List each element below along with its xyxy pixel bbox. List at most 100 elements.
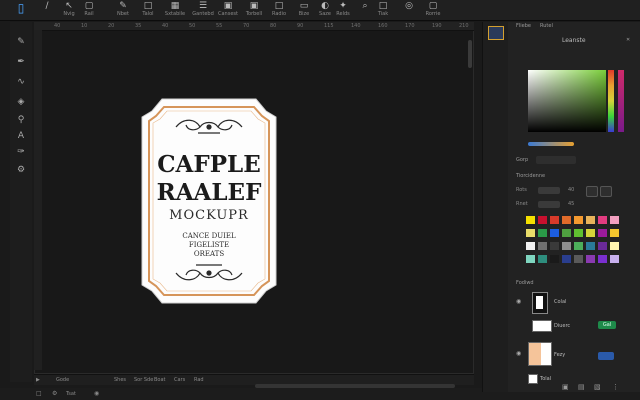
status-item[interactable]: Sor Sde xyxy=(134,376,153,384)
close-icon[interactable]: ✕ xyxy=(626,36,630,45)
layer-name-2[interactable]: Diuerc xyxy=(554,322,570,330)
color-picker-field[interactable] xyxy=(528,70,606,132)
vertical-scrollbar[interactable] xyxy=(468,40,472,68)
toolbar-tool-6[interactable]: ☰ Gantebd xyxy=(190,1,216,19)
color-swatch[interactable] xyxy=(538,229,547,237)
color-swatch[interactable] xyxy=(526,229,535,237)
status-icon[interactable]: ▶ xyxy=(36,376,40,384)
ruler-tick-label: 190 xyxy=(432,23,442,29)
color-swatch[interactable] xyxy=(574,242,583,250)
panel-add-icon[interactable]: ▣ xyxy=(562,383,569,392)
panel-thumbnail-icon[interactable] xyxy=(488,26,504,40)
tab-rutel[interactable]: Rutel xyxy=(540,22,553,31)
color-swatch[interactable] xyxy=(538,242,547,250)
brush-icon[interactable]: ✎ xyxy=(14,36,28,48)
status-item[interactable]: Rad xyxy=(194,376,204,384)
color-swatch[interactable] xyxy=(586,255,595,263)
color-swatch[interactable] xyxy=(610,255,619,263)
color-swatch[interactable] xyxy=(574,255,583,263)
color-swatch[interactable] xyxy=(562,255,571,263)
toggle-box-1[interactable] xyxy=(586,186,598,197)
stamp-icon[interactable]: ◈ xyxy=(14,96,28,108)
visibility-eye-icon[interactable]: ◉ xyxy=(516,298,521,305)
pen-icon[interactable]: ✒ xyxy=(14,56,28,68)
color-swatch[interactable] xyxy=(610,242,619,250)
layer-mode-pill-1[interactable]: Gal xyxy=(598,321,616,329)
text-icon[interactable]: A xyxy=(14,130,28,142)
bottom-record-icon[interactable]: ◉ xyxy=(94,389,99,399)
color-swatch[interactable] xyxy=(562,242,571,250)
visibility-eye-icon-2[interactable]: ◉ xyxy=(516,350,521,357)
toolbar-tool-5[interactable]: ▦ Sxtabile xyxy=(162,1,188,19)
app-logo-icon[interactable]: ▯ xyxy=(14,1,28,15)
color-swatch[interactable] xyxy=(562,216,571,224)
color-swatch[interactable] xyxy=(550,229,559,237)
color-swatch[interactable] xyxy=(574,216,583,224)
status-item[interactable]: Shes xyxy=(114,376,126,384)
color-swatch[interactable] xyxy=(586,216,595,224)
toolbar-tool-9[interactable]: □ Radio xyxy=(266,1,292,19)
status-item[interactable]: Cars xyxy=(174,376,185,384)
panel-more-icon[interactable]: ⋮ xyxy=(612,383,619,392)
layer-thumbnail-4[interactable] xyxy=(528,374,538,384)
toolbar-tool-8[interactable]: ▣ Torbell xyxy=(241,1,267,19)
toolbar-tool-14[interactable]: □ Tiak xyxy=(370,1,396,19)
color-swatch[interactable] xyxy=(586,242,595,250)
tab-fliebe[interactable]: Fliebe xyxy=(516,22,531,31)
label-artwork[interactable]: CAFPLE RAALEF MOCKUPR CANCE DUIEL FIGELI… xyxy=(140,97,278,305)
toolbar-tool-16[interactable]: ▢ Rorrie xyxy=(420,1,446,19)
row-value-rots[interactable]: 40 xyxy=(568,186,574,194)
toolbar-tool-4[interactable]: □ Talol xyxy=(135,1,161,19)
rots-slider[interactable] xyxy=(538,187,560,194)
color-swatch[interactable] xyxy=(586,229,595,237)
layer-thumbnail-2[interactable] xyxy=(532,320,552,332)
alpha-slider[interactable] xyxy=(618,70,624,132)
layer-thumbnail-3[interactable] xyxy=(528,342,552,366)
color-swatch[interactable] xyxy=(610,216,619,224)
layer-name-1[interactable]: Colal xyxy=(554,298,566,306)
color-swatch[interactable] xyxy=(526,255,535,263)
settings-icon[interactable]: ⚙ xyxy=(14,164,28,176)
panel-group-icon[interactable]: ▤ xyxy=(578,383,585,392)
layer-name-3[interactable]: Fezy xyxy=(554,351,565,359)
row-label-rots: Rots xyxy=(516,187,527,193)
color-swatch[interactable] xyxy=(598,242,607,250)
color-swatch[interactable] xyxy=(526,216,535,224)
color-swatch[interactable] xyxy=(574,229,583,237)
color-swatch[interactable] xyxy=(526,242,535,250)
panel-delete-icon[interactable]: ▧ xyxy=(594,383,601,392)
color-swatch[interactable] xyxy=(598,255,607,263)
status-item[interactable]: Boat xyxy=(154,376,166,384)
bottom-square-icon[interactable]: □ xyxy=(36,389,42,399)
row-value-rnet[interactable]: 45 xyxy=(568,200,574,208)
ruler-tick-label: 80 xyxy=(270,23,277,29)
bottom-gear-icon[interactable]: ⚙ xyxy=(52,389,57,399)
smudge-icon[interactable]: ∿ xyxy=(14,76,28,88)
hue-slider[interactable] xyxy=(608,70,614,132)
pencil-icon[interactable]: ✑ xyxy=(14,146,28,158)
toggle-box-2[interactable] xyxy=(600,186,612,197)
color-swatch[interactable] xyxy=(598,216,607,224)
opacity-slider[interactable] xyxy=(528,142,574,146)
zoom-icon[interactable]: ⚲ xyxy=(14,114,28,126)
color-swatch[interactable] xyxy=(610,229,619,237)
color-swatch[interactable] xyxy=(550,255,559,263)
layer-mode-pill-2[interactable] xyxy=(598,352,614,360)
color-swatch[interactable] xyxy=(538,255,547,263)
layer-name-4[interactable]: Tolal xyxy=(540,375,551,383)
toolbar-tool-15[interactable]: ◎ xyxy=(396,1,422,19)
zoom-field[interactable]: Gode xyxy=(56,376,69,384)
rnet-slider[interactable] xyxy=(538,201,560,208)
color-swatch[interactable] xyxy=(598,229,607,237)
bottom-tsat-button[interactable]: Tsat xyxy=(66,389,76,399)
color-swatch[interactable] xyxy=(550,216,559,224)
toolbar-tool-2[interactable]: ▢ Rail xyxy=(76,1,102,19)
toolbar-tool-3[interactable]: ✎ Nbet xyxy=(110,1,136,19)
layer-thumbnail-1[interactable] xyxy=(532,292,548,314)
toolbar-tool-7[interactable]: ▣ Cansest xyxy=(215,1,241,19)
section-title: Leanste xyxy=(562,37,586,44)
color-mode-tabs[interactable] xyxy=(536,156,576,164)
color-swatch[interactable] xyxy=(550,242,559,250)
color-swatch[interactable] xyxy=(538,216,547,224)
color-swatch[interactable] xyxy=(562,229,571,237)
